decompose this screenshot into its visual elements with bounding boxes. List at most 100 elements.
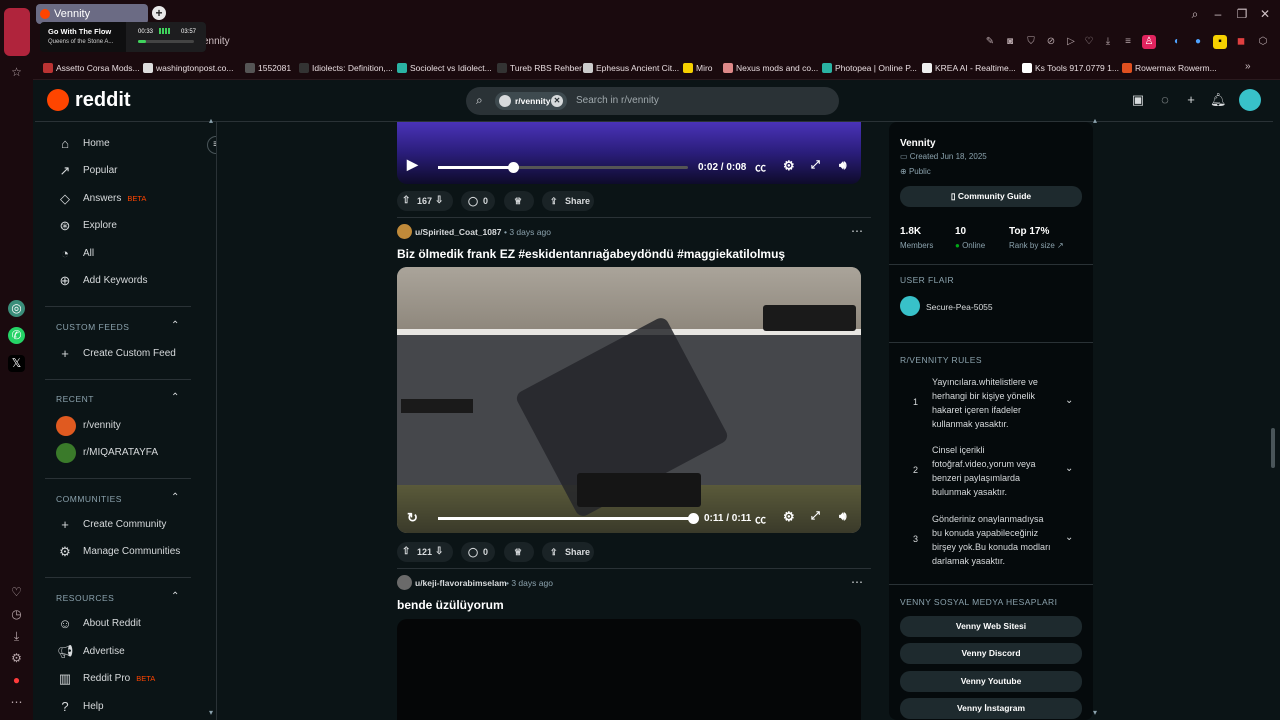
bookmark-item[interactable]: Nexus mods and co... — [723, 61, 818, 75]
shield-icon[interactable]: ⛉ — [1024, 35, 1038, 49]
collapse-nav-icon[interactable]: ≡ — [207, 136, 216, 154]
rule-text[interactable]: Gönderiniz onaylanmadıysa bu konuda yapa… — [932, 512, 1052, 568]
social-link-website[interactable]: Venny Web Sitesi — [900, 616, 1082, 637]
post1-share-button[interactable]: ⇪ Share — [542, 191, 594, 211]
heart-icon[interactable]: ♡ — [8, 584, 25, 601]
extension-red-icon[interactable]: ◼ — [1234, 35, 1248, 49]
create-custom-feed[interactable]: + Create Custom Feed — [57, 344, 176, 364]
video-scrubber-handle[interactable] — [508, 162, 519, 173]
sidebar-item-add-keywords[interactable]: ⊕ Add Keywords — [57, 271, 148, 291]
profile-icon[interactable]: ♙ — [1142, 35, 1156, 49]
social-link-instagram[interactable]: Venny İnstagram — [900, 698, 1082, 719]
social-link-youtube[interactable]: Venny Youtube — [900, 671, 1082, 692]
speed-dial-icon[interactable]: ☆ — [8, 64, 25, 81]
bookmark-item[interactable]: Tureb RBS Rehber — [497, 61, 582, 75]
whatsapp-icon[interactable]: ✆ — [8, 327, 25, 344]
resource-advertise[interactable]: 📢︎ Advertise — [57, 642, 125, 662]
sidebar-item-home[interactable]: ⌂ Home — [57, 134, 110, 154]
easy-setup-icon[interactable]: ≡ — [1121, 35, 1135, 49]
bookmark-item[interactable]: Ephesus Ancient Cit... — [583, 61, 679, 75]
post3-more-icon[interactable]: ⋯ — [851, 575, 863, 589]
community-guide-button[interactable]: ▯ Community Guide — [900, 186, 1082, 207]
bookmark-item[interactable]: Ks Tools 917.0779 1... — [1022, 61, 1119, 75]
chevron-up-icon[interactable]: ⌃ — [171, 320, 179, 331]
post1-comments-button[interactable]: ◯ 0 — [461, 191, 495, 211]
rpanel-scroll-up-icon[interactable]: ▴ — [1093, 116, 1097, 125]
nav-scroll-up-icon[interactable]: ▴ — [209, 116, 213, 125]
edit-icon[interactable]: ✎ — [983, 35, 997, 49]
clear-chip-icon[interactable]: ✕ — [551, 95, 563, 107]
play-icon[interactable]: ▷ — [1064, 35, 1078, 49]
post3-author[interactable]: u/keji-flavorabimselam — [415, 578, 507, 588]
extension-translate-icon[interactable]: ◐ — [1170, 35, 1184, 49]
reddit-wordmark[interactable]: reddit — [75, 89, 131, 112]
post3-video-player[interactable] — [397, 619, 861, 720]
bookmarks-overflow-icon[interactable]: » — [1245, 61, 1251, 72]
bookmark-item[interactable]: Idiolects: Definition,... — [299, 61, 393, 75]
replay-icon[interactable]: ↻ — [407, 510, 418, 526]
bookmark-item[interactable]: Rowermax Rowerm... — [1122, 61, 1217, 75]
chat-icon[interactable]: ◌ — [1157, 92, 1173, 108]
bookmark-item[interactable]: 1552081 — [245, 61, 291, 75]
rule-text[interactable]: Yayıncılara.whitelistlere ve herhangi bi… — [932, 375, 1052, 431]
captions-icon[interactable]: ㏄ — [755, 511, 766, 527]
extensions-icon[interactable]: ⬡ — [1256, 35, 1270, 49]
social-link-discord[interactable]: Venny Discord — [900, 643, 1082, 664]
upvote-icon[interactable]: ⇧ — [402, 542, 410, 562]
resource-about-reddit[interactable]: ☺ About Reddit — [57, 614, 140, 634]
manage-communities[interactable]: ⚙ Manage Communities — [57, 542, 180, 562]
flair-username[interactable]: Secure-Pea-5055 — [926, 302, 993, 312]
post1-award-button[interactable]: ♕ — [504, 191, 534, 211]
fullscreen-icon[interactable]: ⤢ — [811, 159, 820, 172]
chevron-up-icon[interactable]: ⌃ — [171, 492, 179, 503]
bookmark-item[interactable]: Miro — [683, 61, 713, 75]
notifications-icon[interactable]: 🔔︎ — [1210, 92, 1227, 108]
post2-more-icon[interactable]: ⋯ — [851, 224, 863, 238]
downvote-icon[interactable]: ⇩ — [435, 191, 443, 211]
custom-feeds-heading[interactable]: CUSTOM FEEDS — [56, 322, 129, 332]
post1-video-player[interactable]: ▶ 0:02 / 0:08 ㏄ ⚙ ⤢ 🔊︎ — [397, 122, 861, 184]
bookmark-item[interactable]: washingtonpost.co... — [143, 61, 234, 75]
sidebar-item-explore[interactable]: ⊛ Explore — [57, 216, 117, 236]
video-progress-bar[interactable] — [438, 513, 699, 524]
volume-icon[interactable]: 🔊︎ — [839, 158, 847, 173]
bookmark-item[interactable]: Assetto Corsa Mods... — [43, 61, 140, 75]
x-twitter-icon[interactable]: 𝕏 — [8, 355, 25, 372]
bookmark-heart-icon[interactable]: ♡ — [1082, 35, 1096, 49]
avatar[interactable] — [1239, 89, 1261, 111]
video-progress-bar[interactable] — [438, 162, 688, 173]
reddit-logo-icon[interactable] — [47, 89, 69, 111]
vpn-icon[interactable]: ● — [8, 672, 25, 689]
bookmark-item[interactable]: Sociolect vs Idiolect... — [397, 61, 492, 75]
recent-item-vennity[interactable]: r/vennity — [56, 416, 121, 436]
media-player-popup[interactable]: Go With The Flow Queens of the Stone A..… — [40, 22, 206, 52]
post2-title[interactable]: Biz ölmedik frank EZ #eskidentanrıağabey… — [397, 247, 785, 261]
more-icon[interactable]: ⋯ — [8, 694, 25, 711]
sidebar-item-answers[interactable]: ◇ Answers BETA — [57, 189, 146, 209]
sidebar-item-all[interactable]: ◔ All — [57, 244, 94, 264]
tab-vennity[interactable]: Vennity — [36, 4, 148, 24]
settings-gear-icon[interactable]: ⚙ — [783, 158, 795, 174]
volume-icon[interactable]: 🔊︎ — [839, 509, 847, 524]
create-post-icon[interactable]: + — [1183, 92, 1199, 108]
resources-heading[interactable]: RESOURCES — [56, 593, 114, 603]
close-window-button[interactable]: ✕ — [1257, 6, 1273, 22]
rank-label[interactable]: Rank by size ↗ — [1009, 241, 1064, 250]
settings-gear-icon[interactable]: ⚙ — [783, 509, 795, 525]
chevron-down-icon[interactable]: ⌄ — [1065, 463, 1073, 474]
bookmark-item[interactable]: KREA AI - Realtime... — [922, 61, 1016, 75]
opera-logo[interactable] — [4, 8, 30, 56]
post2-award-button[interactable]: ♕ — [504, 542, 534, 562]
create-community[interactable]: + Create Community — [57, 515, 166, 535]
downloads-icon[interactable]: ⤓ — [8, 628, 25, 645]
extension-yellow-icon[interactable]: ▪ — [1213, 35, 1227, 49]
downvote-icon[interactable]: ⇩ — [435, 542, 443, 562]
recent-item-miqaratayfa[interactable]: r/MIQARATAYFA — [56, 443, 158, 463]
play-icon[interactable]: ▶ — [407, 156, 418, 173]
recent-heading[interactable]: RECENT — [56, 394, 94, 404]
resource-reddit-pro[interactable]: ▥ Reddit Pro BETA — [57, 669, 155, 689]
post2-share-button[interactable]: ⇪ Share — [542, 542, 594, 562]
camera-icon[interactable]: ◙ — [1003, 35, 1017, 49]
sidebar-item-popular[interactable]: ↗ Popular — [57, 161, 118, 181]
post3-author-avatar[interactable] — [397, 575, 412, 590]
